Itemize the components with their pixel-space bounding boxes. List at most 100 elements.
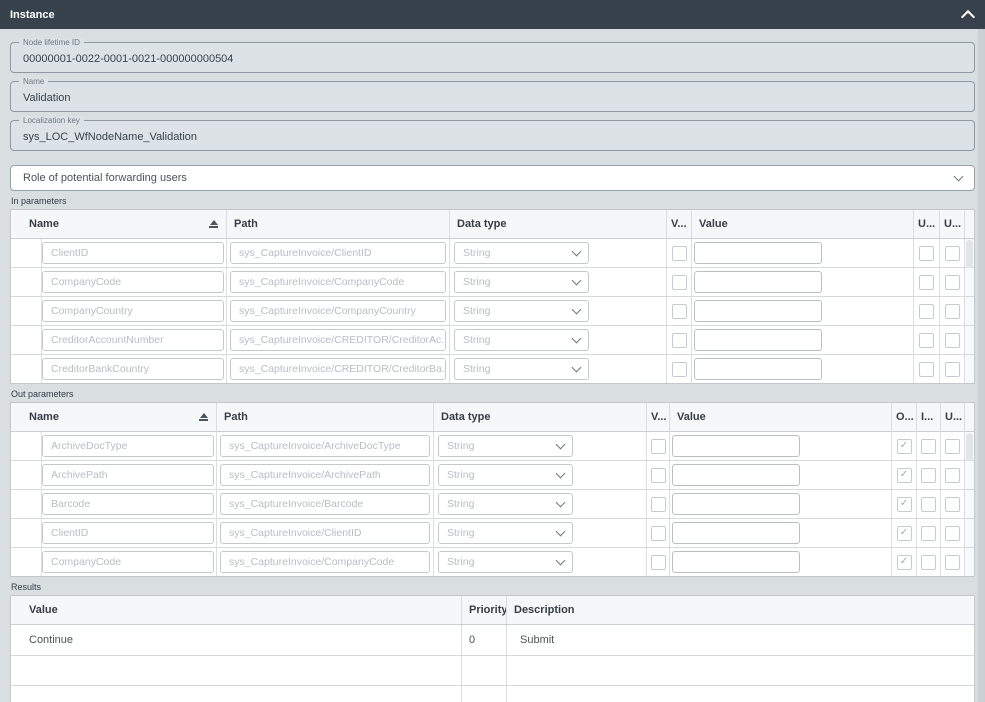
u2-checkbox[interactable] <box>945 304 960 319</box>
table-scrollbar[interactable] <box>964 461 974 489</box>
u-checkbox[interactable] <box>945 497 960 512</box>
v-checkbox[interactable] <box>651 526 666 541</box>
o-checkbox[interactable] <box>897 468 912 483</box>
v-checkbox[interactable] <box>651 468 666 483</box>
column-header-priority[interactable]: Priority <box>461 596 506 624</box>
value-input[interactable] <box>694 300 822 322</box>
panel-titlebar[interactable]: Instance <box>0 0 985 29</box>
v-checkbox[interactable] <box>672 333 687 348</box>
header-scroll-spacer <box>964 210 974 238</box>
data-type-select: String <box>454 300 589 322</box>
table-scrollbar[interactable] <box>964 297 974 325</box>
value-input[interactable] <box>694 242 822 264</box>
column-header-data-type[interactable]: Data type <box>433 403 646 431</box>
table-row: CompanyCountry sys_CaptureInvoice/Compan… <box>11 296 974 325</box>
result-row[interactable] <box>11 655 974 685</box>
column-header-value[interactable]: Value <box>11 596 461 624</box>
column-header-path[interactable]: Path <box>216 403 433 431</box>
column-header-v[interactable]: V... <box>646 403 669 431</box>
chevron-down-icon <box>954 172 964 182</box>
column-header-name[interactable]: Name <box>11 403 216 431</box>
value-input[interactable] <box>694 329 822 351</box>
scrollbar-thumb[interactable] <box>966 433 973 463</box>
table-scrollbar[interactable] <box>964 432 974 460</box>
o-checkbox[interactable] <box>897 555 912 570</box>
u-checkbox[interactable] <box>945 468 960 483</box>
value-input[interactable] <box>672 522 800 544</box>
data-type-select: String <box>454 271 589 293</box>
u2-checkbox[interactable] <box>945 275 960 290</box>
table-scrollbar[interactable] <box>964 326 974 354</box>
window-scrollbar[interactable] <box>978 29 985 702</box>
column-header-v[interactable]: V... <box>666 210 691 238</box>
v-checkbox[interactable] <box>672 362 687 377</box>
collapse-chevron-up-icon[interactable] <box>961 9 975 23</box>
v-checkbox[interactable] <box>672 304 687 319</box>
row-handle-cell <box>11 239 41 267</box>
u-checkbox[interactable] <box>945 439 960 454</box>
column-header-name[interactable]: Name <box>11 210 226 238</box>
column-header-value[interactable]: Value <box>669 403 891 431</box>
forwarding-role-select[interactable]: Role of potential forwarding users <box>10 165 975 191</box>
o-checkbox[interactable] <box>897 439 912 454</box>
i-checkbox[interactable] <box>921 468 936 483</box>
table-row: ClientID sys_CaptureInvoice/ClientID Str… <box>11 239 974 267</box>
value-input[interactable] <box>672 493 800 515</box>
value-input[interactable] <box>672 551 800 573</box>
i-checkbox[interactable] <box>921 439 936 454</box>
column-header-o[interactable]: O... <box>891 403 916 431</box>
row-handle-cell <box>11 268 41 296</box>
chevron-down-icon <box>556 556 566 566</box>
v-checkbox[interactable] <box>651 555 666 570</box>
u2-checkbox[interactable] <box>945 246 960 261</box>
value-input[interactable] <box>672 435 800 457</box>
result-row[interactable] <box>11 685 974 702</box>
sort-icon[interactable] <box>209 220 218 228</box>
table-scrollbar[interactable] <box>964 355 974 383</box>
u1-checkbox[interactable] <box>919 333 934 348</box>
o-checkbox[interactable] <box>897 526 912 541</box>
table-scrollbar[interactable] <box>964 490 974 518</box>
value-input[interactable] <box>694 358 822 380</box>
u2-checkbox[interactable] <box>945 362 960 377</box>
u1-checkbox[interactable] <box>919 304 934 319</box>
column-header-i[interactable]: I... <box>916 403 940 431</box>
u1-checkbox[interactable] <box>919 275 934 290</box>
i-checkbox[interactable] <box>921 497 936 512</box>
column-header-data-type[interactable]: Data type <box>449 210 666 238</box>
param-name-input: CreditorAccountNumber <box>42 329 224 351</box>
scrollbar-thumb[interactable] <box>966 240 973 270</box>
v-checkbox[interactable] <box>672 246 687 261</box>
u-checkbox[interactable] <box>945 526 960 541</box>
u1-checkbox[interactable] <box>919 362 934 377</box>
i-checkbox[interactable] <box>921 555 936 570</box>
v-checkbox[interactable] <box>672 275 687 290</box>
table-scrollbar[interactable] <box>964 268 974 296</box>
table-row: Barcode sys_CaptureInvoice/Barcode Strin… <box>11 489 974 518</box>
v-checkbox[interactable] <box>651 497 666 512</box>
column-header-u1[interactable]: U... <box>913 210 939 238</box>
column-header-u2[interactable]: U... <box>939 210 964 238</box>
u2-checkbox[interactable] <box>945 333 960 348</box>
table-scrollbar[interactable] <box>964 239 974 267</box>
table-scrollbar[interactable] <box>964 519 974 547</box>
name-label: Name <box>19 77 48 86</box>
header-scroll-spacer <box>964 403 974 431</box>
table-scrollbar[interactable] <box>964 548 974 576</box>
column-header-path[interactable]: Path <box>226 210 449 238</box>
row-handle-cell <box>11 355 41 383</box>
value-input[interactable] <box>672 464 800 486</box>
param-path-input: sys_CaptureInvoice/Barcode <box>220 493 430 515</box>
sort-icon[interactable] <box>199 413 208 421</box>
u1-checkbox[interactable] <box>919 246 934 261</box>
column-header-value[interactable]: Value <box>691 210 913 238</box>
result-row[interactable]: Continue 0 Submit <box>11 625 974 655</box>
v-checkbox[interactable] <box>651 439 666 454</box>
column-header-description[interactable]: Description <box>506 596 976 624</box>
o-checkbox[interactable] <box>897 497 912 512</box>
column-header-u[interactable]: U... <box>940 403 964 431</box>
u-checkbox[interactable] <box>945 555 960 570</box>
value-input[interactable] <box>694 271 822 293</box>
i-checkbox[interactable] <box>921 526 936 541</box>
param-name-input: Barcode <box>42 493 214 515</box>
